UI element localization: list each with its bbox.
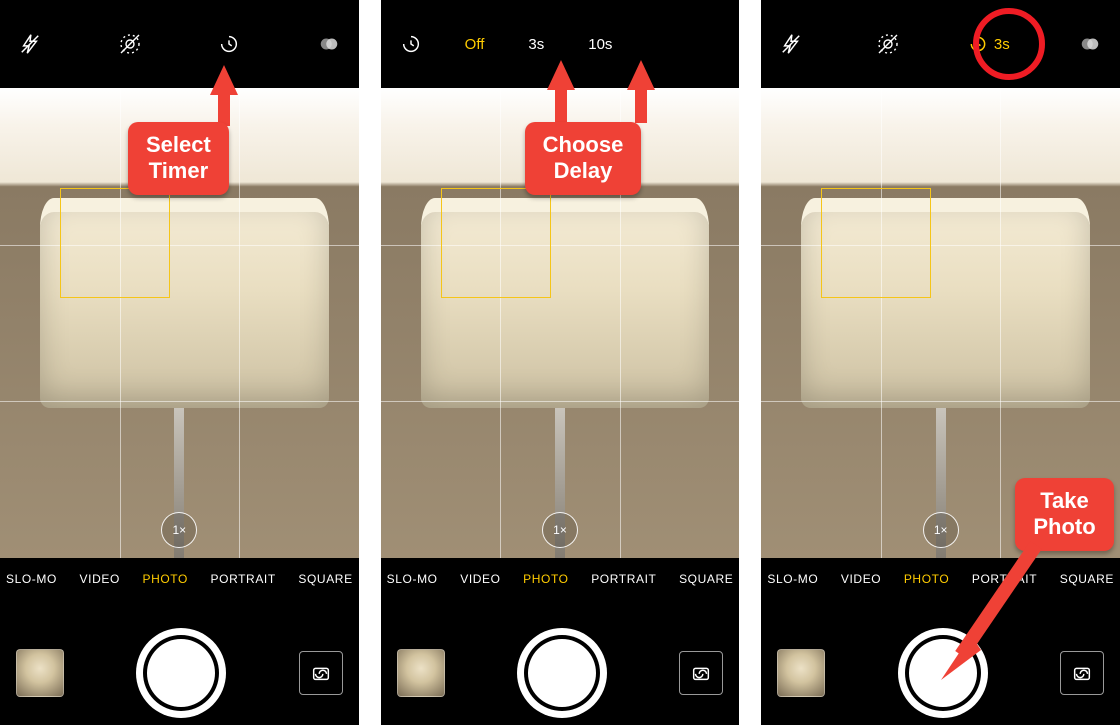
mode-square[interactable]: SQUARE [1060, 572, 1114, 586]
camera-screen-step3: 3s 1× SLO-MO VIDEO [761, 0, 1120, 725]
mode-portrait[interactable]: PORTRAIT [211, 572, 276, 586]
flash-icon[interactable] [8, 22, 52, 66]
focus-box [821, 188, 931, 298]
camera-screen-step1: 1× SLO-MO VIDEO PHOTO PORTRAIT SQUARE [0, 0, 359, 725]
last-photo-thumbnail[interactable] [397, 649, 445, 697]
mode-square[interactable]: SQUARE [298, 572, 352, 586]
timer-option-off[interactable]: Off [463, 32, 487, 57]
camera-top-bar: 3s [761, 0, 1120, 88]
focus-box [441, 188, 551, 298]
focus-box [60, 188, 170, 298]
mode-portrait[interactable]: PORTRAIT [591, 572, 656, 586]
mode-slomo[interactable]: SLO-MO [6, 572, 57, 586]
live-photo-icon[interactable] [108, 22, 152, 66]
shutter-button[interactable] [524, 635, 600, 711]
zoom-button[interactable]: 1× [161, 512, 197, 548]
timer-icon[interactable] [389, 22, 433, 66]
filters-icon[interactable] [307, 22, 351, 66]
mode-slomo[interactable]: SLO-MO [387, 572, 438, 586]
mode-video[interactable]: VIDEO [460, 572, 500, 586]
annotation-arrow [547, 60, 575, 90]
live-photo-icon[interactable] [866, 22, 910, 66]
mode-video[interactable]: VIDEO [841, 572, 881, 586]
timer-option-3s[interactable]: 3s [526, 32, 546, 57]
timer-icon[interactable] [207, 22, 251, 66]
flash-icon[interactable] [769, 22, 813, 66]
mode-square[interactable]: SQUARE [679, 572, 733, 586]
timer-option-row: Off 3s 10s [463, 32, 615, 57]
camera-screen-step2: Off 3s 10s 1× SLO-MO VIDEO PHOTO PORTRAI… [381, 0, 740, 725]
mode-photo[interactable]: PHOTO [142, 572, 187, 586]
filters-icon[interactable] [1068, 22, 1112, 66]
switch-camera-button[interactable] [679, 651, 723, 695]
last-photo-thumbnail[interactable] [777, 649, 825, 697]
mode-strip[interactable]: SLO-MO VIDEO PHOTO PORTRAIT SQUARE [381, 572, 740, 586]
annotation-highlight-circle [973, 8, 1045, 80]
camera-bottom-bar: SLO-MO VIDEO PHOTO PORTRAIT SQUARE [0, 558, 359, 725]
annotation-arrow [210, 65, 238, 95]
timer-option-10s[interactable]: 10s [586, 32, 614, 57]
annotation-arrow [635, 89, 647, 123]
mode-slomo[interactable]: SLO-MO [767, 572, 818, 586]
annotation-arrow [627, 60, 655, 90]
annotation-arrow [941, 540, 1051, 680]
annotation-callout-select-timer: Select Timer [128, 122, 229, 195]
last-photo-thumbnail[interactable] [16, 649, 64, 697]
switch-camera-button[interactable] [299, 651, 343, 695]
shutter-button[interactable] [143, 635, 219, 711]
switch-camera-button[interactable] [1060, 651, 1104, 695]
mode-strip[interactable]: SLO-MO VIDEO PHOTO PORTRAIT SQUARE [0, 572, 359, 586]
annotation-callout-choose-delay: Choose Delay [525, 122, 642, 195]
zoom-button[interactable]: 1× [542, 512, 578, 548]
mode-photo[interactable]: PHOTO [523, 572, 568, 586]
camera-top-bar [0, 0, 359, 88]
camera-bottom-bar: SLO-MO VIDEO PHOTO PORTRAIT SQUARE [381, 558, 740, 725]
annotation-arrow [555, 89, 567, 123]
mode-video[interactable]: VIDEO [80, 572, 120, 586]
